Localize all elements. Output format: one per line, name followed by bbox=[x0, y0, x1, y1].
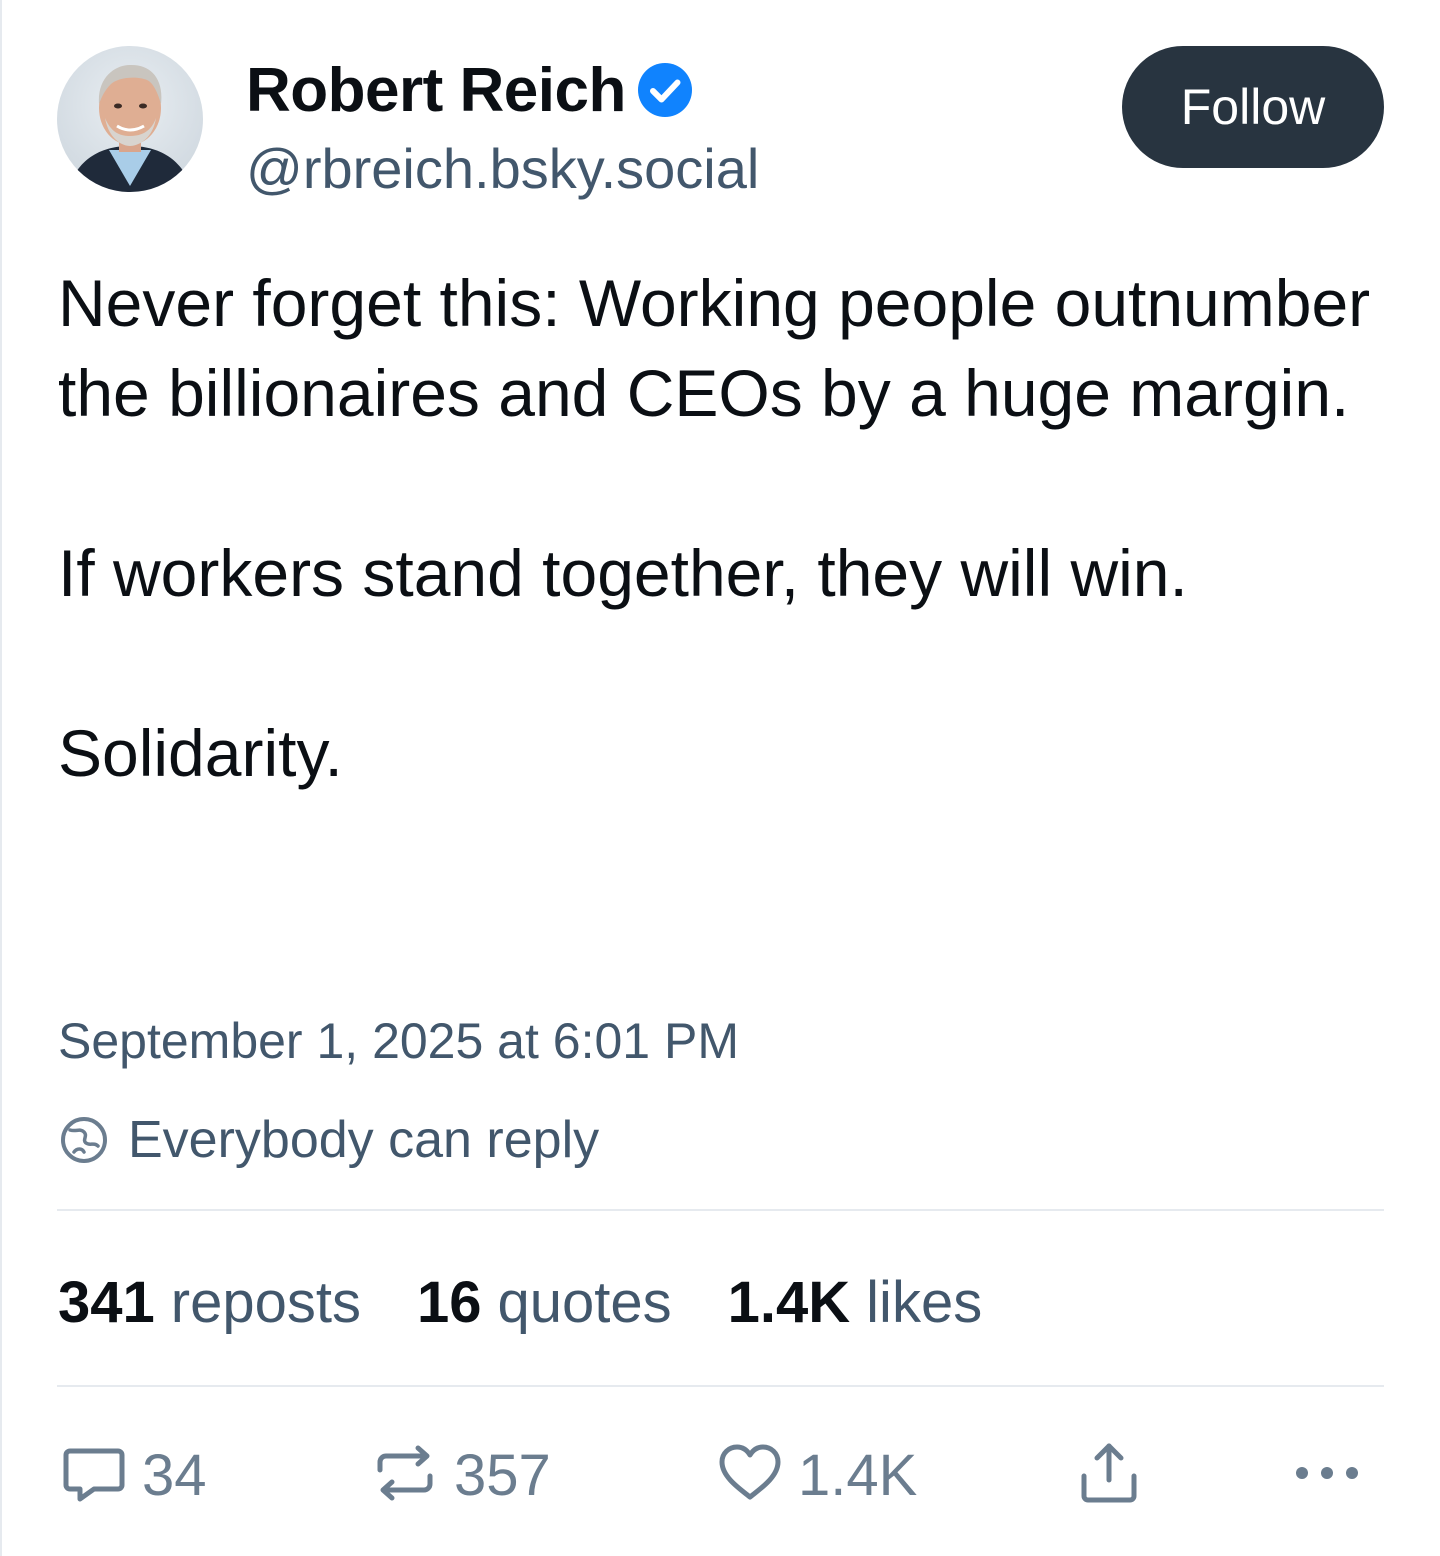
quotes-count: 16 bbox=[416, 1269, 482, 1335]
repost-icon bbox=[370, 1438, 440, 1513]
reply-button[interactable]: 34 bbox=[60, 1430, 207, 1520]
likes-label: likes bbox=[866, 1269, 983, 1335]
author-name-row: Robert Reich bbox=[246, 52, 694, 128]
reposts-count: 341 bbox=[58, 1269, 155, 1335]
post-actions: 34 357 1.4K bbox=[0, 1430, 1440, 1520]
reply-setting-label: Everybody can reply bbox=[128, 1111, 600, 1169]
divider bbox=[57, 1385, 1384, 1387]
engagement-stats: 341 reposts 16 quotes 1.4K likes bbox=[58, 1264, 1038, 1340]
reply-bubble-icon bbox=[60, 1439, 128, 1512]
divider bbox=[57, 1209, 1384, 1211]
share-button[interactable] bbox=[1076, 1430, 1142, 1520]
repost-button[interactable]: 357 bbox=[370, 1430, 551, 1520]
post-thread-item: Robert Reich @rbreich.bsky.social Follow… bbox=[0, 0, 1440, 1556]
likes-count: 1.4K bbox=[727, 1269, 851, 1335]
reposts-label: reposts bbox=[170, 1269, 361, 1335]
post-timestamp: September 1, 2025 at 6:01 PM bbox=[58, 1013, 739, 1069]
more-dots-icon bbox=[1290, 1463, 1364, 1488]
more-options-button[interactable] bbox=[1290, 1430, 1364, 1520]
share-icon bbox=[1076, 1438, 1142, 1513]
avatar[interactable] bbox=[57, 46, 203, 192]
verified-badge-icon[interactable] bbox=[636, 61, 694, 119]
author-display-name[interactable]: Robert Reich bbox=[246, 55, 626, 126]
repost-count: 357 bbox=[454, 1442, 551, 1508]
quotes-label: quotes bbox=[497, 1269, 672, 1335]
globe-icon bbox=[58, 1114, 110, 1166]
author-handle[interactable]: @rbreich.bsky.social bbox=[246, 136, 759, 201]
like-count: 1.4K bbox=[798, 1442, 918, 1508]
quotes-stat[interactable]: 16 quotes bbox=[417, 1269, 672, 1336]
reply-count: 34 bbox=[142, 1442, 207, 1508]
heart-icon bbox=[716, 1439, 784, 1512]
post-paragraph: Never forget this: Working people outnum… bbox=[58, 266, 1371, 430]
post-paragraph: Solidarity. bbox=[58, 716, 343, 790]
reposts-stat[interactable]: 341 reposts bbox=[58, 1269, 361, 1336]
reply-setting: Everybody can reply bbox=[58, 1108, 599, 1172]
post-paragraph: If workers stand together, they will win… bbox=[58, 536, 1188, 610]
likes-stat[interactable]: 1.4K likes bbox=[728, 1269, 983, 1336]
post-text: Never forget this: Working people outnum… bbox=[58, 258, 1388, 798]
avatar-image bbox=[57, 46, 203, 192]
like-button[interactable]: 1.4K bbox=[716, 1430, 917, 1520]
follow-button[interactable]: Follow bbox=[1122, 46, 1384, 168]
